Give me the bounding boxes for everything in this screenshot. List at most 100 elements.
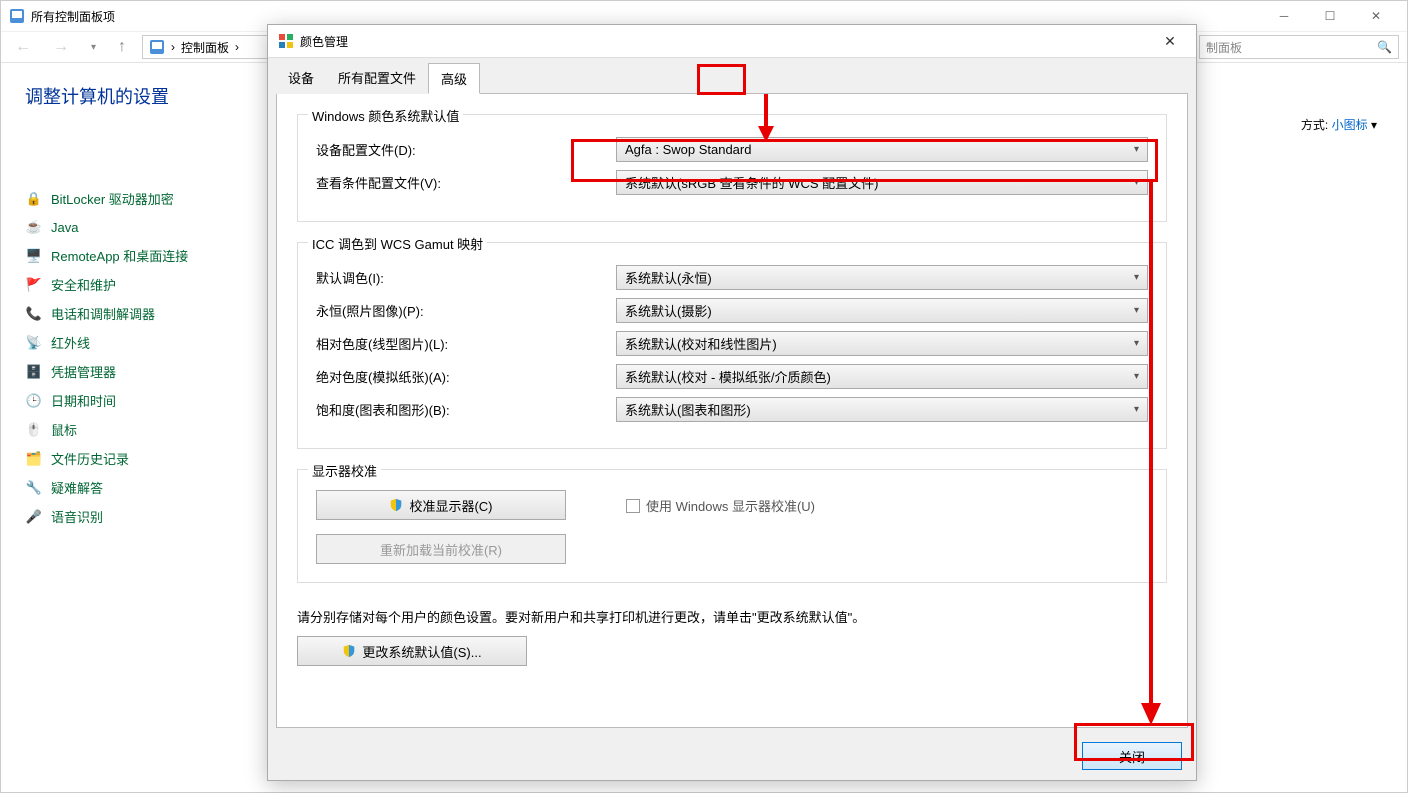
info-text: 请分别存储对每个用户的颜色设置。要对新用户和共享打印机进行更改，请单击"更改系统… bbox=[297, 607, 1167, 626]
bitlocker-icon: 🔒 bbox=[25, 190, 43, 208]
viewing-conditions-select[interactable]: 系统默认(sRGB 查看条件的 WCS 配置文件) ▾ bbox=[616, 170, 1148, 195]
chevron-down-icon: ▾ bbox=[1134, 177, 1139, 188]
item-label: 电话和调制解调器 bbox=[51, 304, 155, 323]
item-label: 日期和时间 bbox=[51, 391, 116, 410]
minimize-button[interactable]: ─ bbox=[1261, 1, 1307, 31]
item-label: 疑难解答 bbox=[51, 478, 103, 497]
item-label: 语音识别 bbox=[51, 507, 103, 526]
close-button-label: 关闭 bbox=[1119, 747, 1145, 766]
group-legend: Windows 颜色系统默认值 bbox=[308, 106, 463, 125]
item-label: 文件历史记录 bbox=[51, 449, 129, 468]
perceptual-select[interactable]: 系统默认(摄影) ▾ bbox=[616, 298, 1148, 323]
mouse-icon: 🖱️ bbox=[25, 421, 43, 439]
shield-icon bbox=[389, 498, 403, 512]
view-mode-value[interactable]: 小图标 bbox=[1332, 118, 1368, 132]
use-windows-calibration-label: 使用 Windows 显示器校准(U) bbox=[646, 496, 815, 515]
perceptual-label: 永恒(照片图像)(P): bbox=[316, 301, 616, 320]
dialog-titlebar: 颜色管理 ✕ bbox=[268, 25, 1196, 57]
breadcrumb-separator: › bbox=[171, 40, 175, 54]
breadcrumb-separator: › bbox=[235, 40, 239, 54]
relative-label: 相对色度(线型图片)(L): bbox=[316, 334, 616, 353]
calibrate-display-button[interactable]: 校准显示器(C) bbox=[316, 490, 566, 520]
default-rendering-value: 系统默认(永恒) bbox=[625, 268, 712, 287]
group-display-calibration: 显示器校准 校准显示器(C) 重新加载当前校准(R) 使用 Windows bbox=[297, 469, 1167, 583]
dialog-close-button[interactable]: ✕ bbox=[1154, 25, 1186, 57]
group-legend: ICC 调色到 WCS Gamut 映射 bbox=[308, 234, 487, 253]
chevron-down-icon: ▾ bbox=[1134, 272, 1139, 283]
breadcrumb-item[interactable]: 控制面板 bbox=[181, 39, 229, 56]
item-label: 红外线 bbox=[51, 333, 90, 352]
chevron-down-icon: ▾ bbox=[1134, 371, 1139, 382]
close-button[interactable]: 关闭 bbox=[1082, 742, 1182, 770]
dialog-title: 颜色管理 bbox=[300, 33, 348, 50]
tab-advanced[interactable]: 高级 bbox=[428, 63, 480, 94]
infrared-icon: 📡 bbox=[25, 334, 43, 352]
perceptual-value: 系统默认(摄影) bbox=[625, 301, 712, 320]
viewing-conditions-label: 查看条件配置文件(V): bbox=[316, 173, 616, 192]
chevron-down-icon: ▾ bbox=[1134, 305, 1139, 316]
calibrate-display-label: 校准显示器(C) bbox=[409, 496, 492, 515]
saturation-select[interactable]: 系统默认(图表和图形) ▾ bbox=[616, 397, 1148, 422]
group-windows-defaults: Windows 颜色系统默认值 设备配置文件(D): Agfa : Swop S… bbox=[297, 114, 1167, 222]
default-rendering-select[interactable]: 系统默认(永恒) ▾ bbox=[616, 265, 1148, 290]
checkbox-box bbox=[626, 499, 640, 513]
shield-icon bbox=[342, 644, 356, 658]
view-mode-label: 方式: bbox=[1301, 118, 1328, 132]
group-legend: 显示器校准 bbox=[308, 461, 381, 480]
change-system-defaults-label: 更改系统默认值(S)... bbox=[362, 642, 481, 661]
device-profile-select[interactable]: Agfa : Swop Standard ▾ bbox=[616, 137, 1148, 162]
tab-strip: 设备 所有配置文件 高级 bbox=[270, 60, 1194, 93]
close-window-button[interactable]: ✕ bbox=[1353, 1, 1399, 31]
saturation-label: 饱和度(图表和图形)(B): bbox=[316, 400, 616, 419]
relative-value: 系统默认(校对和线性图片) bbox=[625, 334, 777, 353]
absolute-select[interactable]: 系统默认(校对 - 模拟纸张/介质颜色) ▾ bbox=[616, 364, 1148, 389]
saturation-value: 系统默认(图表和图形) bbox=[625, 400, 751, 419]
chevron-down-icon: ▾ bbox=[1134, 404, 1139, 415]
default-rendering-label: 默认调色(I): bbox=[316, 268, 616, 287]
item-label: RemoteApp 和桌面连接 bbox=[51, 246, 188, 265]
device-profile-value: Agfa : Swop Standard bbox=[625, 142, 751, 157]
search-box[interactable]: 制面板 🔍 bbox=[1199, 35, 1399, 59]
back-button[interactable]: ← bbox=[9, 38, 37, 56]
dropdown-history-button[interactable]: ▾ bbox=[85, 42, 102, 53]
reload-calibration-button: 重新加载当前校准(R) bbox=[316, 534, 566, 564]
tab-devices[interactable]: 设备 bbox=[276, 63, 326, 94]
bg-window-title: 所有控制面板项 bbox=[31, 8, 115, 25]
use-windows-calibration-checkbox[interactable]: 使用 Windows 显示器校准(U) bbox=[626, 496, 815, 515]
troubleshoot-icon: 🔧 bbox=[25, 479, 43, 497]
tab-content-advanced: Windows 颜色系统默认值 设备配置文件(D): Agfa : Swop S… bbox=[276, 93, 1188, 728]
remoteapp-icon: 🖥️ bbox=[25, 247, 43, 265]
maximize-button[interactable]: ☐ bbox=[1307, 1, 1353, 31]
absolute-value: 系统默认(校对 - 模拟纸张/介质颜色) bbox=[625, 367, 831, 386]
view-mode: 方式: 小图标 ▾ bbox=[1301, 116, 1377, 133]
relative-select[interactable]: 系统默认(校对和线性图片) ▾ bbox=[616, 331, 1148, 356]
up-button[interactable]: ↑ bbox=[112, 38, 132, 56]
security-icon: 🚩 bbox=[25, 276, 43, 294]
forward-button[interactable]: → bbox=[47, 38, 75, 56]
control-panel-small-icon bbox=[149, 39, 165, 55]
tab-all-profiles[interactable]: 所有配置文件 bbox=[326, 63, 428, 94]
search-icon: 🔍 bbox=[1377, 40, 1392, 54]
speech-icon: 🎤 bbox=[25, 508, 43, 526]
device-profile-label: 设备配置文件(D): bbox=[316, 140, 616, 159]
java-icon: ☕ bbox=[25, 218, 43, 236]
group-icc-gamut: ICC 调色到 WCS Gamut 映射 默认调色(I): 系统默认(永恒) ▾… bbox=[297, 242, 1167, 449]
color-management-icon bbox=[278, 33, 294, 49]
file-history-icon: 🗂️ bbox=[25, 450, 43, 468]
phone-modem-icon: 📞 bbox=[25, 305, 43, 323]
control-panel-icon bbox=[9, 8, 25, 24]
color-management-dialog: 颜色管理 ✕ 设备 所有配置文件 高级 Windows 颜色系统默认值 设备配置… bbox=[267, 24, 1197, 781]
item-label: Java bbox=[51, 220, 78, 235]
item-label: 鼠标 bbox=[51, 420, 77, 439]
credential-manager-icon: 🗄️ bbox=[25, 363, 43, 381]
item-label: BitLocker 驱动器加密 bbox=[51, 189, 174, 208]
dialog-footer: 关闭 bbox=[270, 734, 1194, 778]
change-system-defaults-button[interactable]: 更改系统默认值(S)... bbox=[297, 636, 527, 666]
chevron-down-icon[interactable]: ▾ bbox=[1371, 118, 1377, 132]
chevron-down-icon: ▾ bbox=[1134, 144, 1139, 155]
item-label: 安全和维护 bbox=[51, 275, 116, 294]
absolute-label: 绝对色度(模拟纸张)(A): bbox=[316, 367, 616, 386]
date-time-icon: 🕒 bbox=[25, 392, 43, 410]
chevron-down-icon: ▾ bbox=[1134, 338, 1139, 349]
search-placeholder: 制面板 bbox=[1206, 39, 1242, 56]
